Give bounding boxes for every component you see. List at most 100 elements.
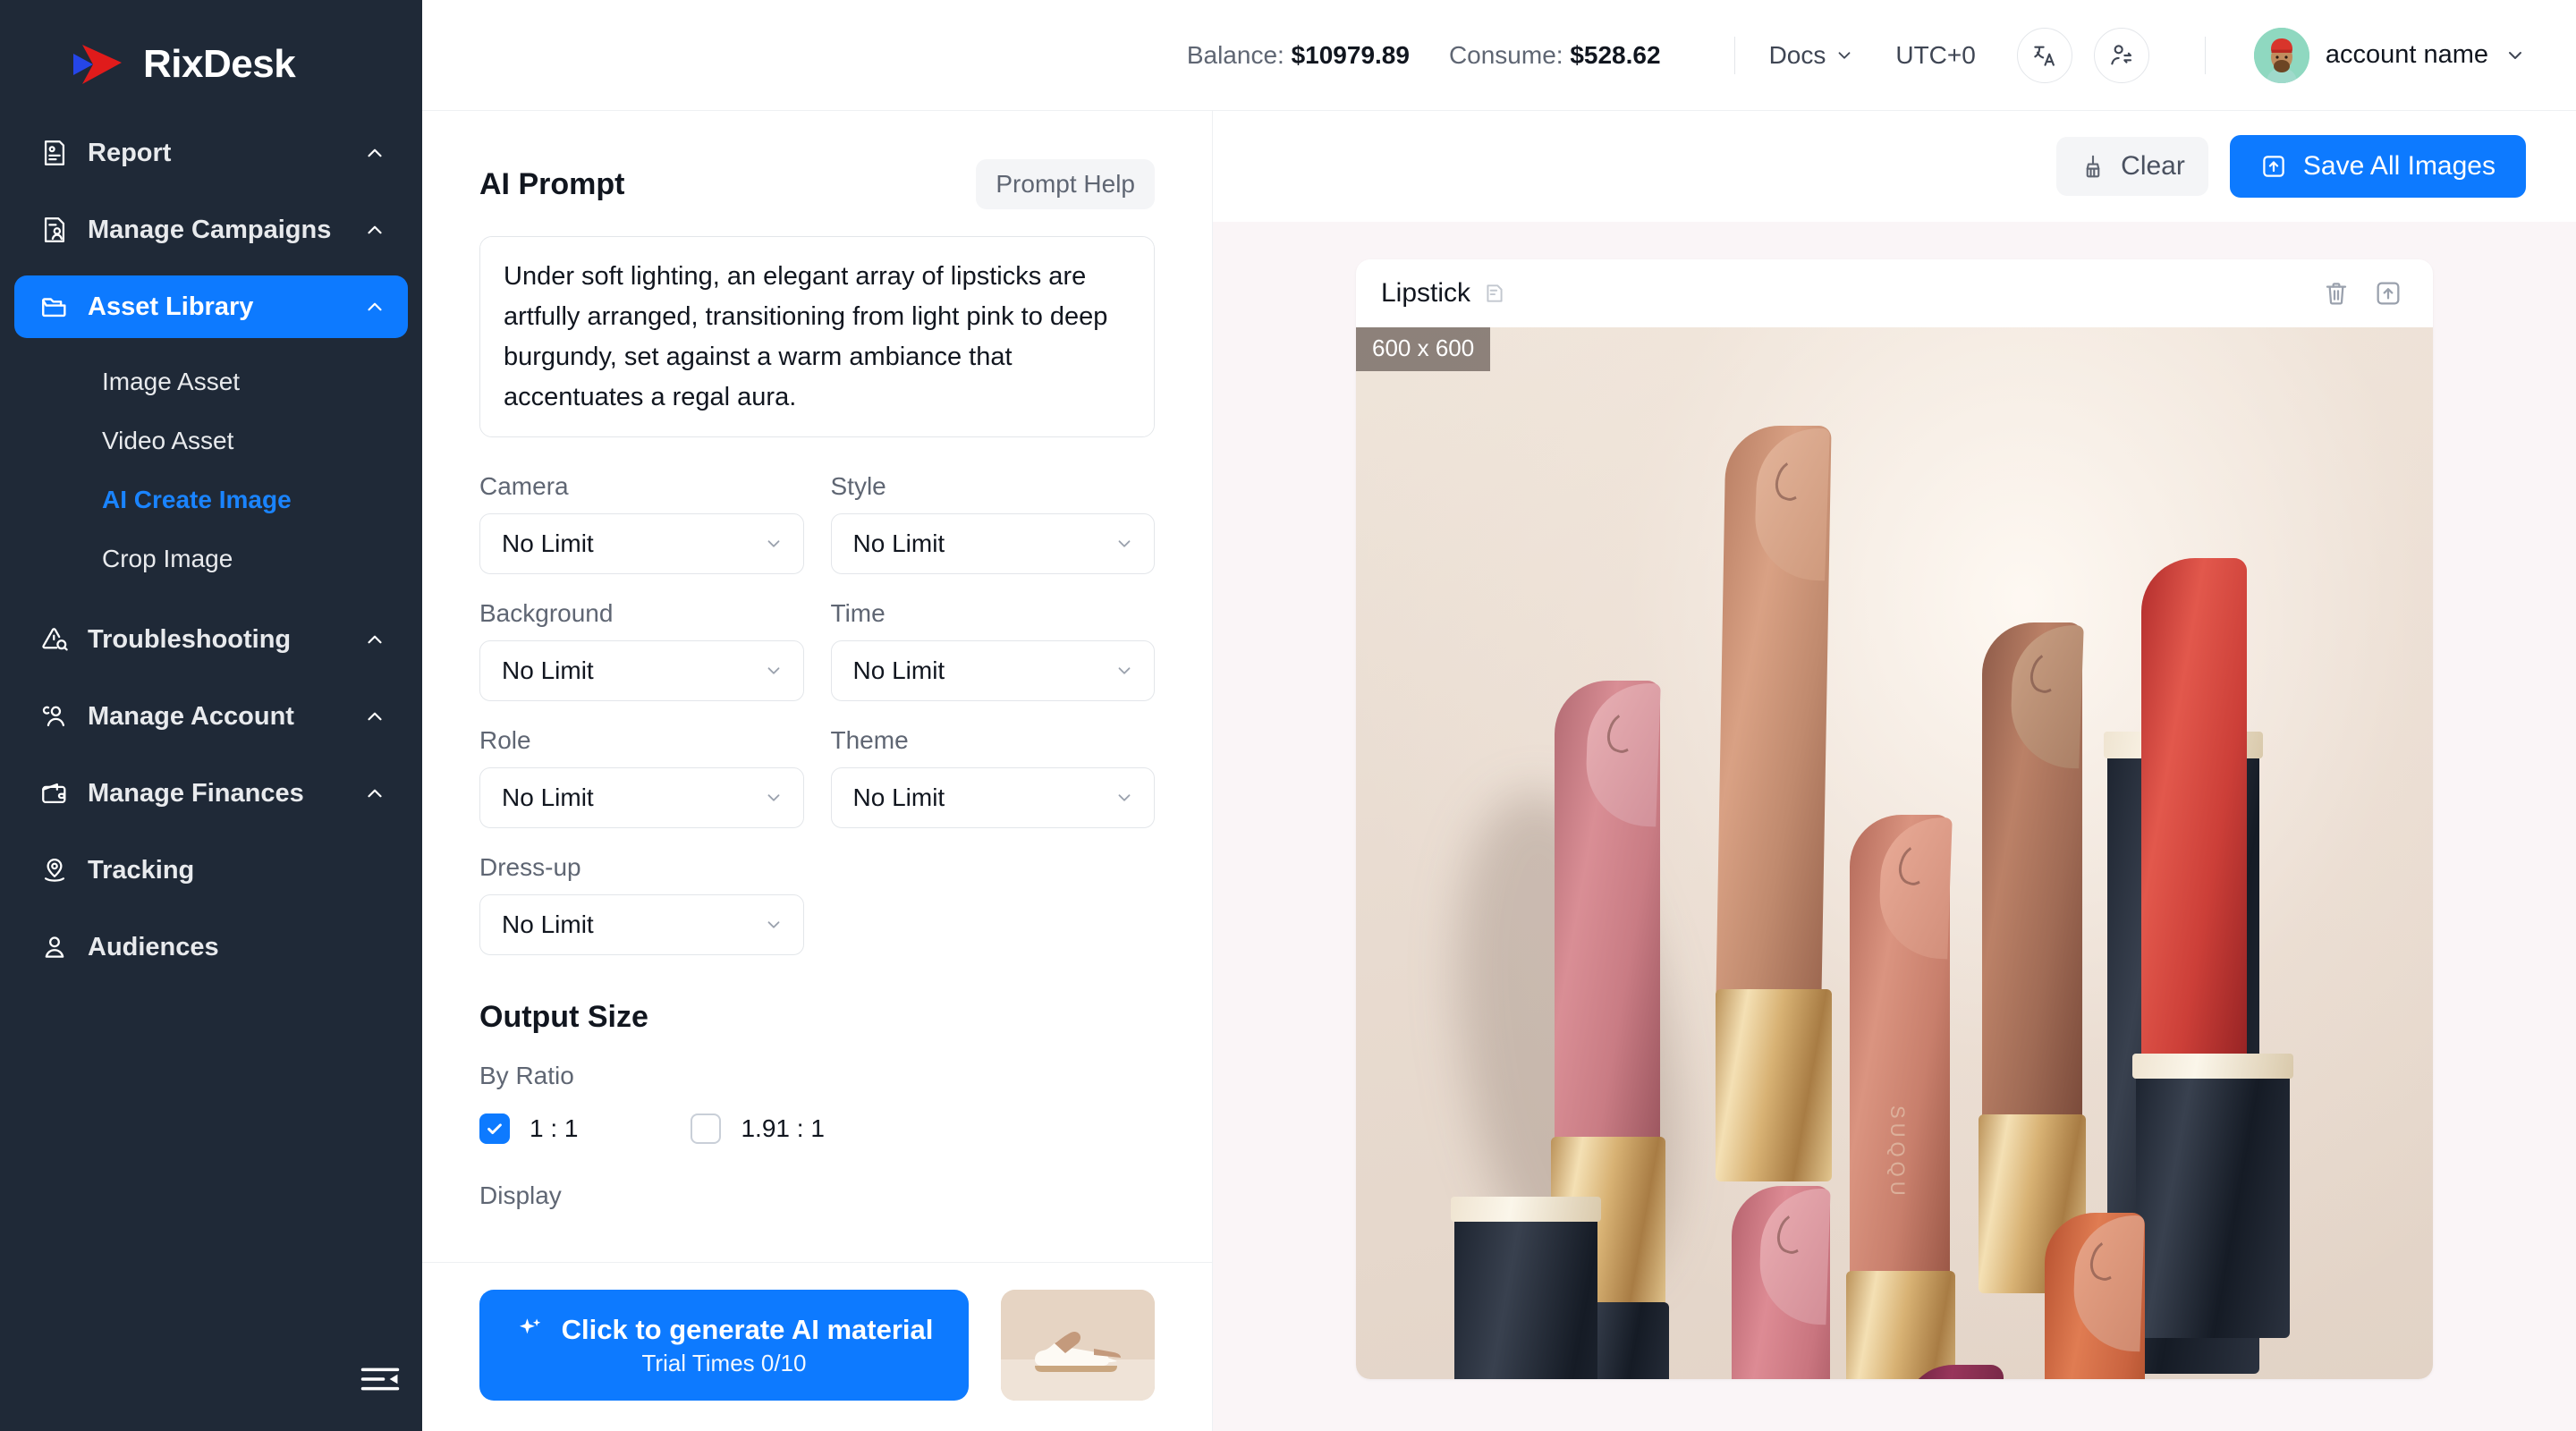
chevron-up-icon[interactable] (361, 216, 388, 243)
time-select[interactable]: No Limit (830, 640, 1155, 701)
field-time: Time No Limit (830, 599, 1155, 701)
clear-button[interactable]: Clear (2056, 137, 2208, 196)
save-image-icon[interactable] (2374, 279, 2402, 308)
collapse-sidebar-icon[interactable] (360, 1361, 401, 1397)
consume-label: Consume: (1448, 40, 1563, 69)
sidebar-item-label: Manage Finances (88, 778, 304, 808)
checkbox-box (691, 1113, 722, 1144)
chevron-up-icon[interactable] (361, 140, 388, 166)
sidebar-item-label: Report (88, 138, 172, 167)
broom-icon (2080, 153, 2106, 180)
generate-footer: Click to generate AI material Trial Time… (422, 1262, 1212, 1431)
prompt-panel-scroll[interactable]: AI Prompt Prompt Help Camera No Limit (422, 111, 1212, 1262)
sidebar-item-label: Asset Library (88, 292, 254, 321)
prompt-panel: AI Prompt Prompt Help Camera No Limit (422, 111, 1213, 1431)
topbar: Balance: $10979.89 Consume: $528.62 Docs… (422, 0, 2576, 111)
consume-value: $528.62 (1570, 40, 1661, 69)
page-title: AI Prompt (479, 166, 625, 201)
sidebar-item-manage-finances[interactable]: Manage Finances (14, 762, 408, 825)
reference-thumbnail[interactable] (1001, 1290, 1155, 1401)
translate-icon[interactable] (2016, 27, 2072, 83)
divider (2204, 36, 2206, 74)
select-value: No Limit (852, 783, 945, 811)
chevron-down-icon (1114, 534, 1134, 554)
generate-label: Click to generate AI material (561, 1313, 934, 1345)
ai-prompt-input[interactable] (479, 236, 1155, 437)
edit-title-icon[interactable] (1483, 282, 1506, 305)
report-icon (38, 136, 72, 170)
sidebar-item-label: Tracking (88, 855, 195, 885)
field-label: Role (479, 726, 531, 754)
chevron-up-icon[interactable] (361, 626, 388, 653)
chevron-down-icon (2504, 45, 2526, 66)
ratio-1-1-checkbox[interactable]: 1 : 1 (479, 1113, 578, 1144)
chevron-down-icon (1835, 46, 1854, 65)
avatar (2253, 27, 2309, 83)
ai-prompt-header: AI Prompt Prompt Help (479, 159, 1155, 209)
sidebar-nav-top: Report Manage Campaigns Asset Library (0, 122, 422, 352)
save-all-images-button[interactable]: Save All Images (2229, 135, 2526, 198)
result-toolbar: Clear Save All Images (1213, 111, 2576, 222)
sidebar-item-ai-create-image[interactable]: AI Create Image (14, 470, 408, 529)
field-dressup: Dress-up No Limit (479, 853, 804, 955)
chevron-up-icon[interactable] (361, 703, 388, 730)
sidebar-item-manage-account[interactable]: Manage Account (14, 685, 408, 748)
image-card: Lipstick 600 x 600 SUQQU (1356, 259, 2433, 1379)
chevron-down-icon (764, 915, 784, 935)
image-scene: SUQQU (1356, 327, 2433, 1379)
output-size-title: Output Size (479, 1000, 648, 1034)
folder-icon (38, 290, 72, 324)
size-badge: 600 x 600 (1356, 327, 1491, 371)
docs-menu[interactable]: Docs (1769, 41, 1855, 70)
docs-label: Docs (1768, 40, 1826, 69)
campaign-icon (38, 213, 72, 247)
chevron-up-icon[interactable] (361, 293, 388, 320)
checkbox-label: 1 : 1 (530, 1114, 579, 1142)
trash-icon[interactable] (2322, 279, 2351, 308)
role-select[interactable]: No Limit (479, 767, 804, 828)
user-icon (38, 930, 72, 964)
wallet-icon (38, 776, 72, 810)
sidebar-item-image-asset[interactable]: Image Asset (14, 352, 408, 411)
field-label: Theme (830, 726, 909, 754)
account-menu[interactable]: account name (2253, 27, 2526, 83)
brand[interactable]: RixDesk (0, 0, 422, 122)
theme-select[interactable]: No Limit (830, 767, 1155, 828)
chevron-up-icon[interactable] (361, 780, 388, 807)
dressup-select[interactable]: No Limit (479, 894, 804, 955)
sidebar-item-tracking[interactable]: Tracking (14, 839, 408, 902)
sidebar-item-video-asset[interactable]: Video Asset (14, 411, 408, 470)
sparkle-icon (515, 1315, 546, 1345)
account-name: account name (2325, 40, 2488, 69)
sidebar-item-troubleshooting[interactable]: Troubleshooting (14, 608, 408, 671)
chevron-down-icon (1114, 661, 1134, 681)
ratio-191-1-checkbox[interactable]: 1.91 : 1 (691, 1113, 825, 1144)
timezone-display[interactable]: UTC+0 (1895, 41, 1975, 70)
select-value: No Limit (502, 656, 594, 684)
chevron-down-icon (764, 661, 784, 681)
sidebar-item-label: Manage Campaigns (88, 215, 332, 244)
sidebar-item-asset-library[interactable]: Asset Library (14, 275, 408, 338)
sidebar-item-manage-campaigns[interactable]: Manage Campaigns (14, 199, 408, 261)
image-card-header: Lipstick (1356, 259, 2433, 327)
sidebar-item-audiences[interactable]: Audiences (14, 916, 408, 978)
consume-display: Consume: $528.62 (1449, 41, 1661, 70)
sidebar-item-crop-image[interactable]: Crop Image (14, 529, 408, 588)
sidebar-item-report[interactable]: Report (14, 122, 408, 184)
divider (1733, 36, 1735, 74)
field-label: Style (830, 472, 886, 500)
app-root: RixDesk Report Manage Campaigns Asset Li… (0, 0, 2576, 1431)
camera-select[interactable]: No Limit (479, 513, 804, 574)
generate-ai-material-button[interactable]: Click to generate AI material Trial Time… (479, 1290, 969, 1401)
background-select[interactable]: No Limit (479, 640, 804, 701)
users-icon (38, 699, 72, 733)
generated-lipstick-image[interactable]: 600 x 600 SUQQU (1356, 327, 2433, 1379)
style-select[interactable]: No Limit (830, 513, 1155, 574)
switch-account-icon[interactable] (2093, 27, 2149, 83)
chevron-down-icon (764, 534, 784, 554)
select-value: No Limit (502, 910, 594, 938)
prompt-help-button[interactable]: Prompt Help (976, 159, 1155, 209)
field-camera: Camera No Limit (479, 472, 804, 574)
balance-display: Balance: $10979.89 (1187, 41, 1410, 70)
by-ratio-label: By Ratio (479, 1062, 574, 1089)
